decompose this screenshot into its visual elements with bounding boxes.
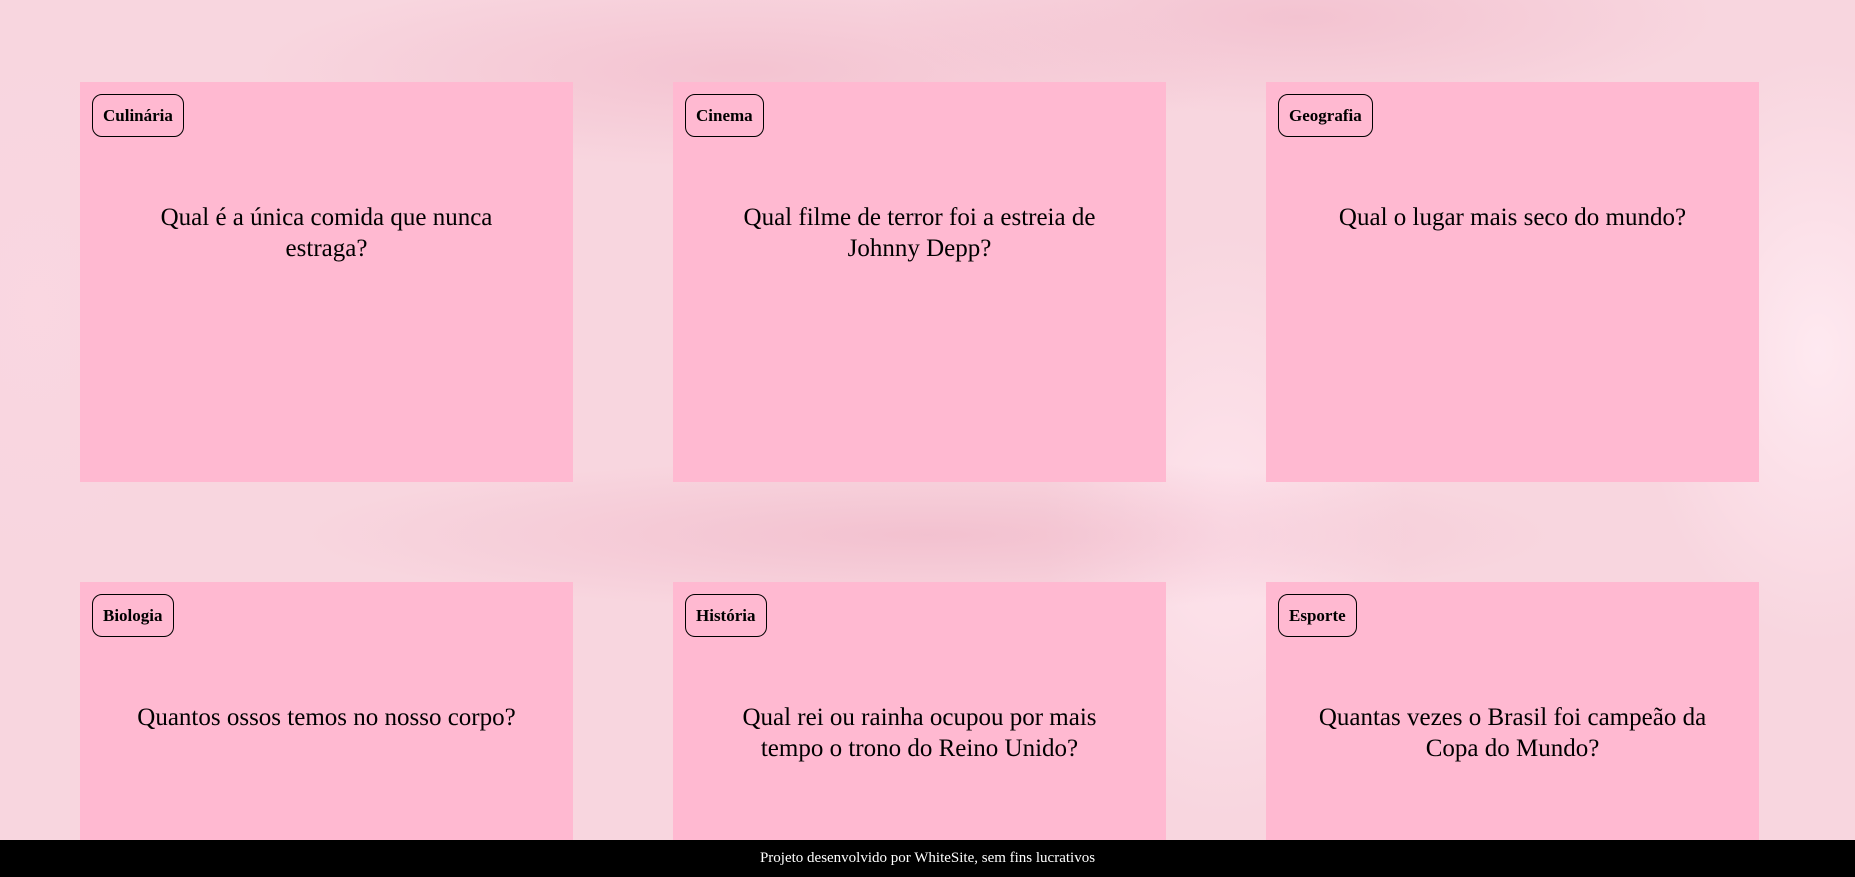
footer-text: Projeto desenvolvido por WhiteSite, sem … (759, 850, 1096, 866)
quiz-card-esporte[interactable]: Esporte Quantas vezes o Brasil foi campe… (1266, 582, 1759, 840)
quiz-card-historia[interactable]: História Qual rei ou rainha ocupou por m… (673, 582, 1166, 840)
quiz-card-culinaria[interactable]: Culinária Qual é a única comida que nunc… (80, 82, 573, 482)
question-text-historia[interactable]: Qual rei ou rainha ocupou por mais tempo… (713, 702, 1126, 764)
category-badge-esporte[interactable]: Esporte (1278, 594, 1357, 637)
quiz-card-geografia[interactable]: Geografia Qual o lugar mais seco do mund… (1266, 82, 1759, 482)
category-badge-culinaria[interactable]: Culinária (92, 94, 184, 137)
question-text-culinaria[interactable]: Qual é a única comida que nunca estraga? (120, 202, 533, 264)
question-text-esporte[interactable]: Quantas vezes o Brasil foi campeão da Co… (1306, 702, 1719, 764)
category-badge-historia[interactable]: História (685, 594, 767, 637)
question-text-biologia[interactable]: Quantos ossos temos no nosso corpo? (120, 702, 533, 733)
category-badge-biologia[interactable]: Biologia (92, 594, 174, 637)
question-text-geografia[interactable]: Qual o lugar mais seco do mundo? (1306, 202, 1719, 233)
quiz-card-cinema[interactable]: Cinema Qual filme de terror foi a estrei… (673, 82, 1166, 482)
category-badge-geografia[interactable]: Geografia (1278, 94, 1373, 137)
footer: Projeto desenvolvido por WhiteSite, sem … (0, 840, 1855, 877)
question-text-cinema[interactable]: Qual filme de terror foi a estreia de Jo… (713, 202, 1126, 264)
category-badge-cinema[interactable]: Cinema (685, 94, 764, 137)
quiz-card-biologia[interactable]: Biologia Quantos ossos temos no nosso co… (80, 582, 573, 840)
